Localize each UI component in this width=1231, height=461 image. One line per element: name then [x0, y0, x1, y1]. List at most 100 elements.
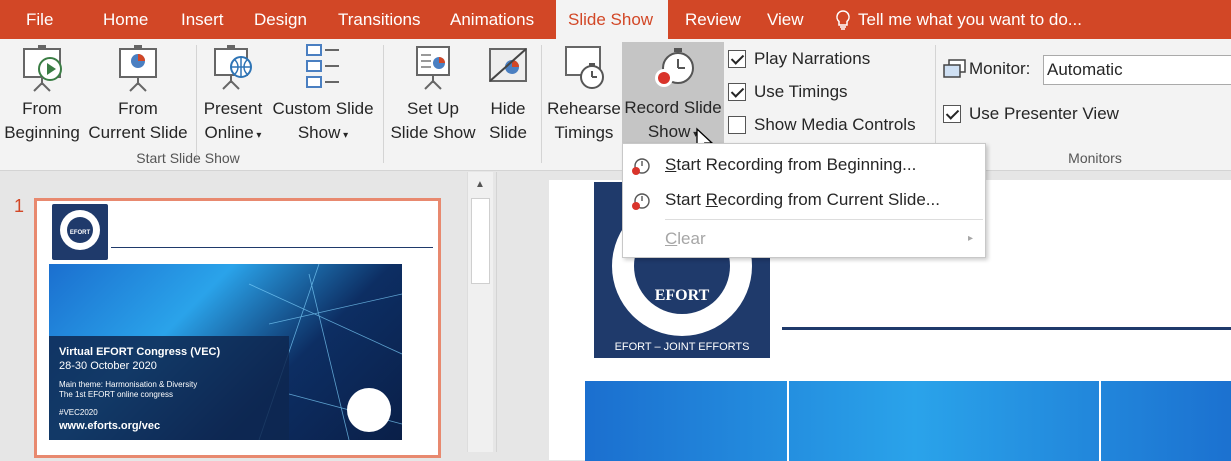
svg-text:EFORT: EFORT: [70, 230, 91, 236]
thumbnail-scrollbar[interactable]: ▲: [467, 172, 493, 452]
monitor-label: Monitor:: [969, 59, 1031, 78]
menu-clear[interactable]: Clear ▸: [623, 222, 987, 256]
accel-c: C: [665, 229, 678, 248]
menu-separator: [665, 219, 983, 220]
from-beginning-button[interactable]: From Beginning: [2, 43, 82, 145]
svg-text:EFORT – JOINT EFFORTS: EFORT – JOINT EFFORTS: [615, 341, 750, 353]
from-beginning-label-1: From: [22, 99, 62, 118]
slide-url: www.eforts.org/vec: [59, 420, 161, 432]
tab-view[interactable]: View: [755, 0, 816, 39]
custom-show-label-1: Custom Slide: [272, 99, 374, 118]
slide-theme: Main theme: Harmonisation & Diversity: [59, 380, 198, 389]
slide-congress: Virtual EFORT Congress (VEC): [59, 346, 221, 358]
title-rule: [111, 247, 433, 248]
scroll-thumb[interactable]: [471, 198, 490, 284]
tab-file[interactable]: File: [14, 0, 65, 39]
tab-design[interactable]: Design: [242, 0, 319, 39]
hide-slide-icon: [489, 48, 527, 82]
slide-hashtag: #VEC2020: [59, 408, 98, 417]
hide-slide-label-2: Slide: [489, 123, 527, 142]
menu-label: Start: [665, 190, 706, 209]
rehearse-timings-button[interactable]: Rehearse Timings: [546, 43, 622, 145]
rehearse-label-2: Timings: [554, 123, 614, 142]
title-rule: [782, 327, 1231, 330]
svg-text:EFORT: EFORT: [655, 287, 710, 304]
play-narrations-label: Play Narrations: [754, 49, 871, 68]
checkbox-box[interactable]: [943, 105, 961, 123]
group-label-start-slide-show: Start Slide Show: [136, 150, 240, 166]
submenu-arrow-icon: ▸: [967, 233, 973, 244]
checkbox-box[interactable]: [728, 50, 746, 68]
hide-slide-button[interactable]: Hide Slide: [480, 43, 536, 145]
from-beginning-label-2: Beginning: [4, 123, 80, 142]
efort-logo: EFORT: [52, 204, 108, 260]
menu-label: ecording from Current Slide...: [717, 190, 940, 209]
use-timings-checkbox[interactable]: Use Timings: [728, 81, 848, 103]
tell-me-search[interactable]: Tell me what you want to do...: [834, 0, 1082, 39]
menu-label: lear: [677, 229, 706, 248]
slide-banner: Virtual EFORT Congress (VEC) 28-30 Octob…: [49, 264, 402, 440]
tab-insert[interactable]: Insert: [169, 0, 236, 39]
custom-show-icon: [306, 44, 339, 88]
from-current-label-2: Current Slide: [88, 123, 188, 142]
group-separator: [541, 45, 542, 163]
setup-label-1: Set Up: [407, 99, 459, 118]
record-stopwatch-icon: [632, 193, 650, 210]
presenter-view-label: Use Presenter View: [969, 104, 1119, 123]
show-media-controls-checkbox[interactable]: Show Media Controls: [728, 114, 916, 136]
tab-transitions[interactable]: Transitions: [326, 0, 433, 39]
slide-first: The 1st EFORT online congress: [59, 390, 173, 399]
setup-label-2: Slide Show: [390, 123, 476, 142]
rehearse-label-1: Rehearse: [547, 99, 621, 118]
presenter-view-checkbox[interactable]: Use Presenter View: [943, 103, 1119, 125]
from-current-slide-button[interactable]: From Current Slide: [86, 43, 190, 145]
banner-logo: [347, 388, 391, 432]
present-online-label-1: Present: [203, 99, 263, 118]
record-stopwatch-icon: [632, 158, 650, 175]
record-label-2: Show: [647, 122, 691, 141]
use-timings-label: Use Timings: [754, 82, 848, 101]
ribbon-slide-show: From Beginning From Current Slide Presen…: [0, 39, 1231, 171]
setup-show-icon: [416, 46, 450, 90]
custom-show-label-2: Show: [297, 123, 341, 142]
slide-banner-image: [585, 381, 1231, 461]
lightbulb-icon: [836, 10, 850, 30]
tell-me-text: Tell me what you want to do...: [858, 10, 1082, 29]
show-media-label: Show Media Controls: [754, 115, 916, 134]
record-dropdown-menu: Start Recording from Beginning... Start …: [622, 143, 986, 258]
checkbox-box[interactable]: [728, 83, 746, 101]
slide-number: 1: [14, 196, 25, 216]
custom-slide-show-button[interactable]: Custom Slide Show ▾: [268, 43, 378, 148]
menu-label: tart Recording from Beginning...: [676, 155, 917, 174]
play-narrations-checkbox[interactable]: Play Narrations: [728, 48, 870, 70]
hide-slide-label-1: Hide: [490, 99, 526, 118]
accel-r: R: [705, 190, 718, 209]
group-separator: [196, 45, 197, 163]
group-separator: [383, 45, 384, 163]
menu-start-from-beginning[interactable]: Start Recording from Beginning...: [623, 148, 987, 182]
record-label-1: Record Slide: [624, 98, 722, 117]
scroll-up-icon[interactable]: ▲: [471, 174, 489, 196]
monitor-icon: [943, 59, 966, 78]
tab-animations[interactable]: Animations: [438, 0, 546, 39]
globe-projector-icon: [214, 45, 252, 90]
tab-slide-show[interactable]: Slide Show: [556, 0, 668, 39]
slide-dates: 28-30 October 2020: [59, 360, 157, 372]
projector-play-icon: [23, 45, 62, 92]
group-label-monitors: Monitors: [1068, 150, 1122, 166]
dropdown-arrow-icon: ▾: [340, 130, 349, 141]
menu-start-from-current[interactable]: Start Recording from Current Slide...: [623, 183, 987, 217]
from-current-label-1: From: [118, 99, 158, 118]
present-online-button[interactable]: Present Online ▾: [200, 43, 266, 148]
accel-s: S: [665, 155, 677, 174]
tab-review[interactable]: Review: [673, 0, 753, 39]
monitor-select[interactable]: Automatic: [1043, 55, 1231, 85]
checkbox-box[interactable]: [728, 116, 746, 134]
dropdown-arrow-icon: ▾: [253, 130, 262, 141]
record-stopwatch-icon: [655, 48, 694, 87]
slide-thumbnail[interactable]: EFORT Virtual EFORT Congress (VEC) 28-30…: [34, 198, 441, 458]
present-online-label-2: Online: [204, 123, 254, 142]
set-up-slide-show-button[interactable]: Set Up Slide Show: [388, 43, 478, 145]
tab-home[interactable]: Home: [91, 0, 160, 39]
rehearse-timer-icon: [565, 46, 604, 89]
